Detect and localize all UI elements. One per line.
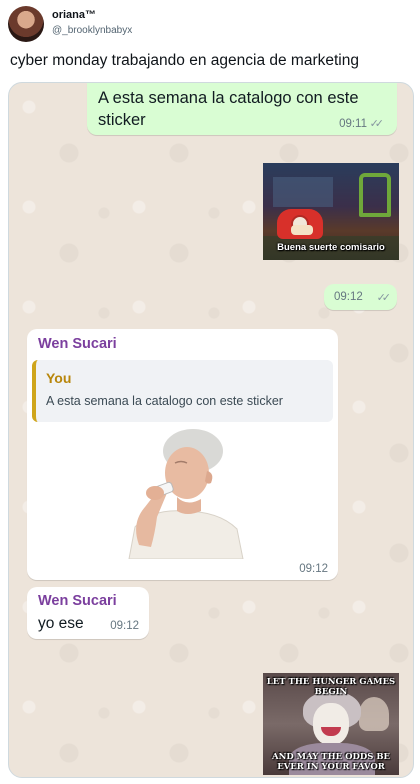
quoted-message[interactable]: You A esta semana la catalogo con este s… bbox=[32, 360, 333, 422]
message-time: 09:11 bbox=[339, 118, 367, 130]
tweet-header: oriana™ @_brooklynbabyx bbox=[8, 6, 412, 42]
message-time: 09:12 bbox=[110, 620, 139, 632]
hunger-games-meme-image[interactable]: LET THE HUNGER GAMES BEGIN AND MAY THE O… bbox=[263, 673, 399, 775]
meme-bottom-text: AND MAY THE ODDS BE EVER IN YOUR FAVOR bbox=[271, 752, 390, 772]
image-face bbox=[313, 703, 349, 745]
double-check-icon: ✓✓ bbox=[369, 118, 385, 130]
incoming-reply-bubble[interactable]: Wen Sucari You A esta semana la catalogo… bbox=[27, 329, 338, 580]
toy-phone-face bbox=[291, 225, 313, 235]
sticker-hand bbox=[146, 486, 164, 500]
old-woman-inhaler-sticker[interactable] bbox=[121, 427, 245, 559]
tweet-text: cyber monday trabajando en agencia de ma… bbox=[10, 52, 359, 69]
image-caption: Buena suerte comisario bbox=[277, 242, 385, 253]
image-shelf bbox=[273, 177, 333, 207]
quoted-text: A esta semana la catalogo con este stick… bbox=[46, 394, 283, 408]
toy-story-meme-image[interactable]: Buena suerte comisario bbox=[263, 163, 399, 260]
double-check-icon: ✓✓ bbox=[376, 292, 392, 304]
quoted-sender: You bbox=[46, 370, 72, 386]
image-chair bbox=[359, 173, 391, 217]
message-time: 09:12 bbox=[334, 291, 363, 303]
sender-name: Wen Sucari bbox=[38, 593, 117, 609]
message-time: 09:12 bbox=[299, 563, 328, 575]
incoming-message-bubble[interactable]: Wen Sucari yo ese 09:12 bbox=[27, 587, 149, 639]
sticker-neck bbox=[177, 497, 201, 514]
sender-name: Wen Sucari bbox=[38, 336, 117, 352]
image-fan bbox=[359, 697, 389, 731]
outgoing-time-bubble[interactable]: 09:12 ✓✓ bbox=[324, 284, 397, 310]
display-name[interactable]: oriana™ bbox=[52, 9, 96, 21]
outgoing-message-bubble[interactable]: A esta semana la catalogo con este stick… bbox=[87, 83, 397, 135]
message-text: yo ese bbox=[38, 615, 84, 632]
tweet-media-screenshot[interactable]: A esta semana la catalogo con este stick… bbox=[8, 82, 414, 778]
avatar[interactable] bbox=[8, 6, 44, 42]
meme-top-text: LET THE HUNGER GAMES BEGIN bbox=[266, 677, 396, 697]
user-handle[interactable]: @_brooklynbabyx bbox=[52, 25, 132, 36]
